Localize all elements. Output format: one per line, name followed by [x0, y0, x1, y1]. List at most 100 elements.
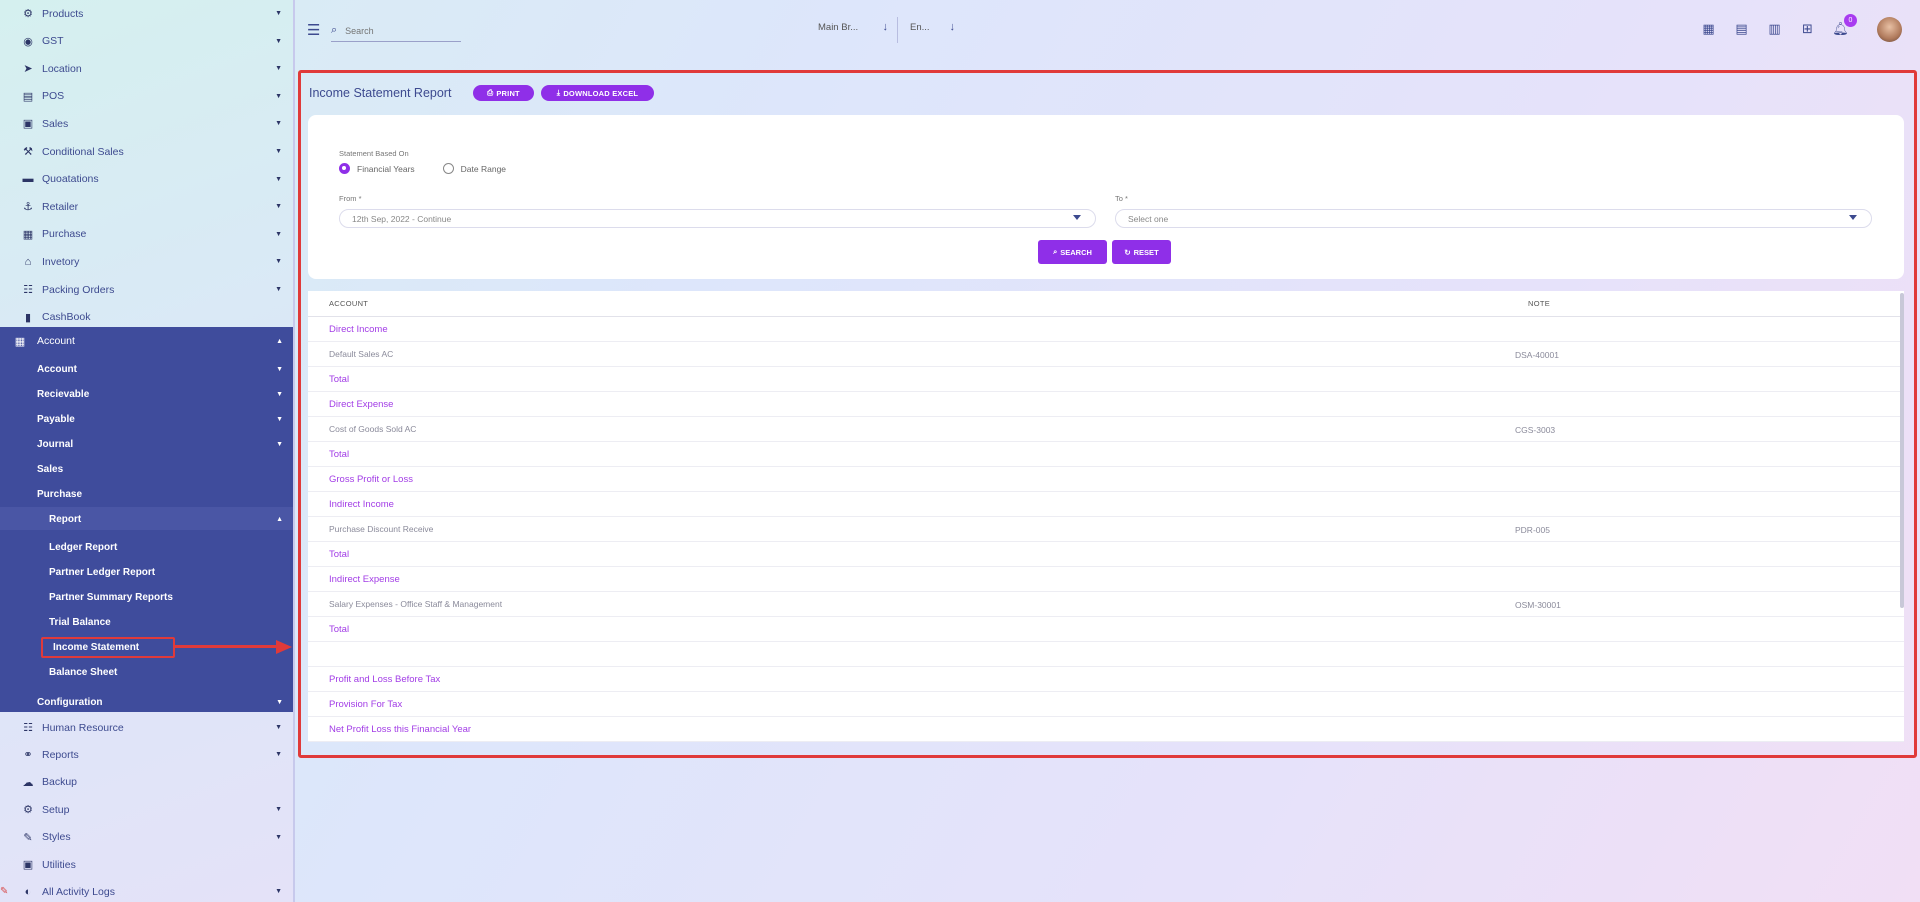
cloud-upload-icon: ☁ — [22, 776, 34, 789]
note-cell: CGS-3003 — [1515, 425, 1556, 435]
sidebar-item-retailer[interactable]: ⚓ Retailer ▼ — [0, 193, 293, 220]
chevron-down-icon: ▼ — [276, 698, 283, 706]
sidebar-subitem-account[interactable]: Account ▼ — [37, 358, 293, 380]
sidebar-report-partner-ledger-report[interactable]: Partner Ledger Report — [49, 561, 249, 583]
download-icon: ⤓ — [556, 88, 561, 97]
note-cell: OSM-30001 — [1515, 600, 1561, 610]
print-button[interactable]: ⎙ PRINT — [473, 85, 534, 101]
note-cell: DSA-40001 — [1515, 350, 1559, 360]
radio-label: Date Range — [460, 163, 507, 174]
pointer-arrow-head — [276, 640, 292, 654]
plus-square-icon[interactable]: ⊞ — [1799, 20, 1816, 37]
language-select[interactable]: En... ↓ — [910, 21, 955, 33]
filter-card: Statement Based On Financial Years Date … — [308, 115, 1904, 279]
sidebar-scrollbar[interactable] — [293, 0, 295, 902]
sidebar-item-human-resource[interactable]: ☷ Human Resource ▼ — [0, 714, 293, 741]
sidebar-item-pos[interactable]: ▤ POS ▼ — [0, 83, 293, 110]
reset-button[interactable]: ↻ RESET — [1112, 240, 1171, 264]
content-scrollbar[interactable] — [1900, 293, 1904, 608]
calculator-icon[interactable]: ▦ — [1700, 20, 1717, 37]
sidebar-item-all-activity-logs[interactable]: ◐ All Activity Logs ▼ — [0, 878, 293, 902]
avatar[interactable] — [1877, 17, 1902, 42]
table-row: Indirect Income — [308, 492, 1904, 517]
sidebar-subitem-payable[interactable]: Payable ▼ — [37, 408, 293, 430]
to-select[interactable]: Select one — [1115, 209, 1872, 228]
location-arrow-icon: ➤ — [23, 63, 33, 76]
account-cell: Total — [329, 549, 350, 560]
sidebar-item-utilities[interactable]: ▣ Utilities — [0, 851, 293, 878]
sidebar-item-label: Location — [42, 62, 82, 75]
radio-date-range[interactable]: Date Range — [442, 163, 507, 174]
sidebar-item-styles[interactable]: ✎ Styles ▼ — [0, 824, 293, 851]
search-bar: ⌕ — [331, 20, 461, 42]
sidebar-item-location[interactable]: ➤ Location ▼ — [0, 55, 293, 82]
sidebar-item-conditional-sales[interactable]: ⚒ Conditional Sales ▼ — [0, 138, 293, 165]
sidebar-item-label: CashBook — [42, 311, 91, 324]
chevron-down-icon: ▼ — [275, 37, 282, 45]
sidebar-item-label: Ledger Report — [49, 541, 118, 553]
sidebar-item-packing-orders[interactable]: ☷ Packing Orders ▼ — [0, 276, 293, 303]
search-input[interactable] — [345, 25, 446, 36]
sidebar-item-invetory[interactable]: ⌂ Invetory ▼ — [0, 248, 293, 275]
sidebar-item-quoatations[interactable]: ▬ Quoatations ▼ — [0, 166, 293, 193]
sidebar-item-products[interactable]: ⚙ Products ▼ — [0, 0, 293, 27]
chevron-down-icon: ▼ — [275, 724, 282, 731]
radio-financial-years[interactable]: Financial Years — [339, 163, 415, 174]
table-row: Total — [308, 617, 1904, 642]
sidebar-item-label: Journal — [37, 438, 74, 450]
bell-icon[interactable]: 🔔︎ 0 — [1832, 14, 1857, 37]
account-cell: Default Sales AC — [329, 349, 394, 359]
sidebar-item-configuration[interactable]: Configuration ▼ — [37, 691, 293, 713]
from-value: 12th Sep, 2022 - Continue — [352, 213, 452, 224]
download-excel-button[interactable]: ⤓ DOWNLOAD EXCEL — [541, 85, 654, 101]
account-cell: Profit and Loss Before Tax — [329, 674, 441, 685]
radio-label: Financial Years — [357, 163, 415, 174]
cog-icon: ⚙ — [23, 804, 33, 817]
account-cell: Direct Income — [329, 324, 388, 335]
sidebar-report-ledger-report[interactable]: Ledger Report — [49, 536, 249, 558]
sidebar-item-label: Recievable — [37, 388, 90, 400]
account-cell: Indirect Expense — [329, 574, 400, 585]
chevron-down-icon: ▼ — [275, 806, 282, 814]
branch-value: Main Br... — [818, 21, 859, 33]
sidebar-subitem-purchase[interactable]: Purchase — [37, 483, 293, 505]
sidebar-item-label: Purchase — [42, 228, 87, 241]
chevron-down-icon: ▼ — [275, 230, 282, 238]
sidebar-item-account[interactable]: ▦ Account ▲ — [0, 327, 293, 355]
print-icon: ⎙ — [487, 88, 494, 97]
sidebar-item-label: Invetory — [42, 255, 80, 268]
caret-down-icon — [1849, 215, 1857, 220]
sidebar-item-label: Packing Orders — [42, 283, 115, 296]
table-row: Net Profit Loss this Financial Year — [308, 717, 1904, 742]
sidebar-item-purchase[interactable]: ▦ Purchase ▼ — [0, 221, 293, 248]
sidebar-subitem-sales[interactable]: Sales — [37, 458, 293, 480]
column-header-note: NOTE — [1528, 299, 1551, 308]
sidebar-item-backup[interactable]: ☁ Backup — [0, 769, 293, 796]
pos-register-icon[interactable]: ▤ — [1733, 20, 1750, 37]
table-row: Total — [308, 367, 1904, 392]
sidebar-item-label: Setup — [42, 803, 70, 816]
sidebar-subitem-recievable[interactable]: Recievable ▼ — [37, 383, 293, 405]
table-row: Direct Expense — [308, 392, 1904, 417]
sidebar-item-reports[interactable]: ⚭ Reports ▼ — [0, 741, 293, 768]
sidebar-subitem-report[interactable]: Report ▲ — [49, 508, 293, 530]
table-row — [308, 642, 1904, 667]
book-open-icon[interactable]: ▥ — [1766, 20, 1783, 37]
chevron-down-icon: ▼ — [276, 415, 283, 423]
sidebar-item-gst[interactable]: ◉ GST ▼ — [0, 28, 293, 55]
sidebar-subitem-journal[interactable]: Journal ▼ — [37, 433, 293, 455]
chevron-down-icon: ▼ — [275, 120, 282, 128]
menu-hamburger-icon[interactable]: ☰ — [307, 21, 320, 39]
main-content: Income Statement Report ⎙ PRINT ⤓ DOWNLO… — [298, 70, 1917, 758]
search-button[interactable]: ⌕ SEARCH — [1038, 240, 1107, 264]
sidebar-report-partner-summary-reports[interactable]: Partner Summary Reports — [49, 586, 249, 608]
sidebar-item-sales[interactable]: ▣ Sales ▼ — [0, 110, 293, 137]
search-icon: ⌕ — [331, 24, 338, 36]
sidebar-report-trial-balance[interactable]: Trial Balance — [49, 611, 249, 633]
sidebar-item-label: Partner Ledger Report — [49, 566, 156, 578]
sidebar-item-label: Sales — [37, 463, 64, 475]
branch-select[interactable]: Main Br... ↓ — [818, 21, 888, 33]
sidebar-report-balance-sheet[interactable]: Balance Sheet — [49, 661, 249, 683]
from-select[interactable]: 12th Sep, 2022 - Continue — [339, 209, 1096, 228]
sidebar-item-setup[interactable]: ⚙ Setup ▼ — [0, 796, 293, 823]
